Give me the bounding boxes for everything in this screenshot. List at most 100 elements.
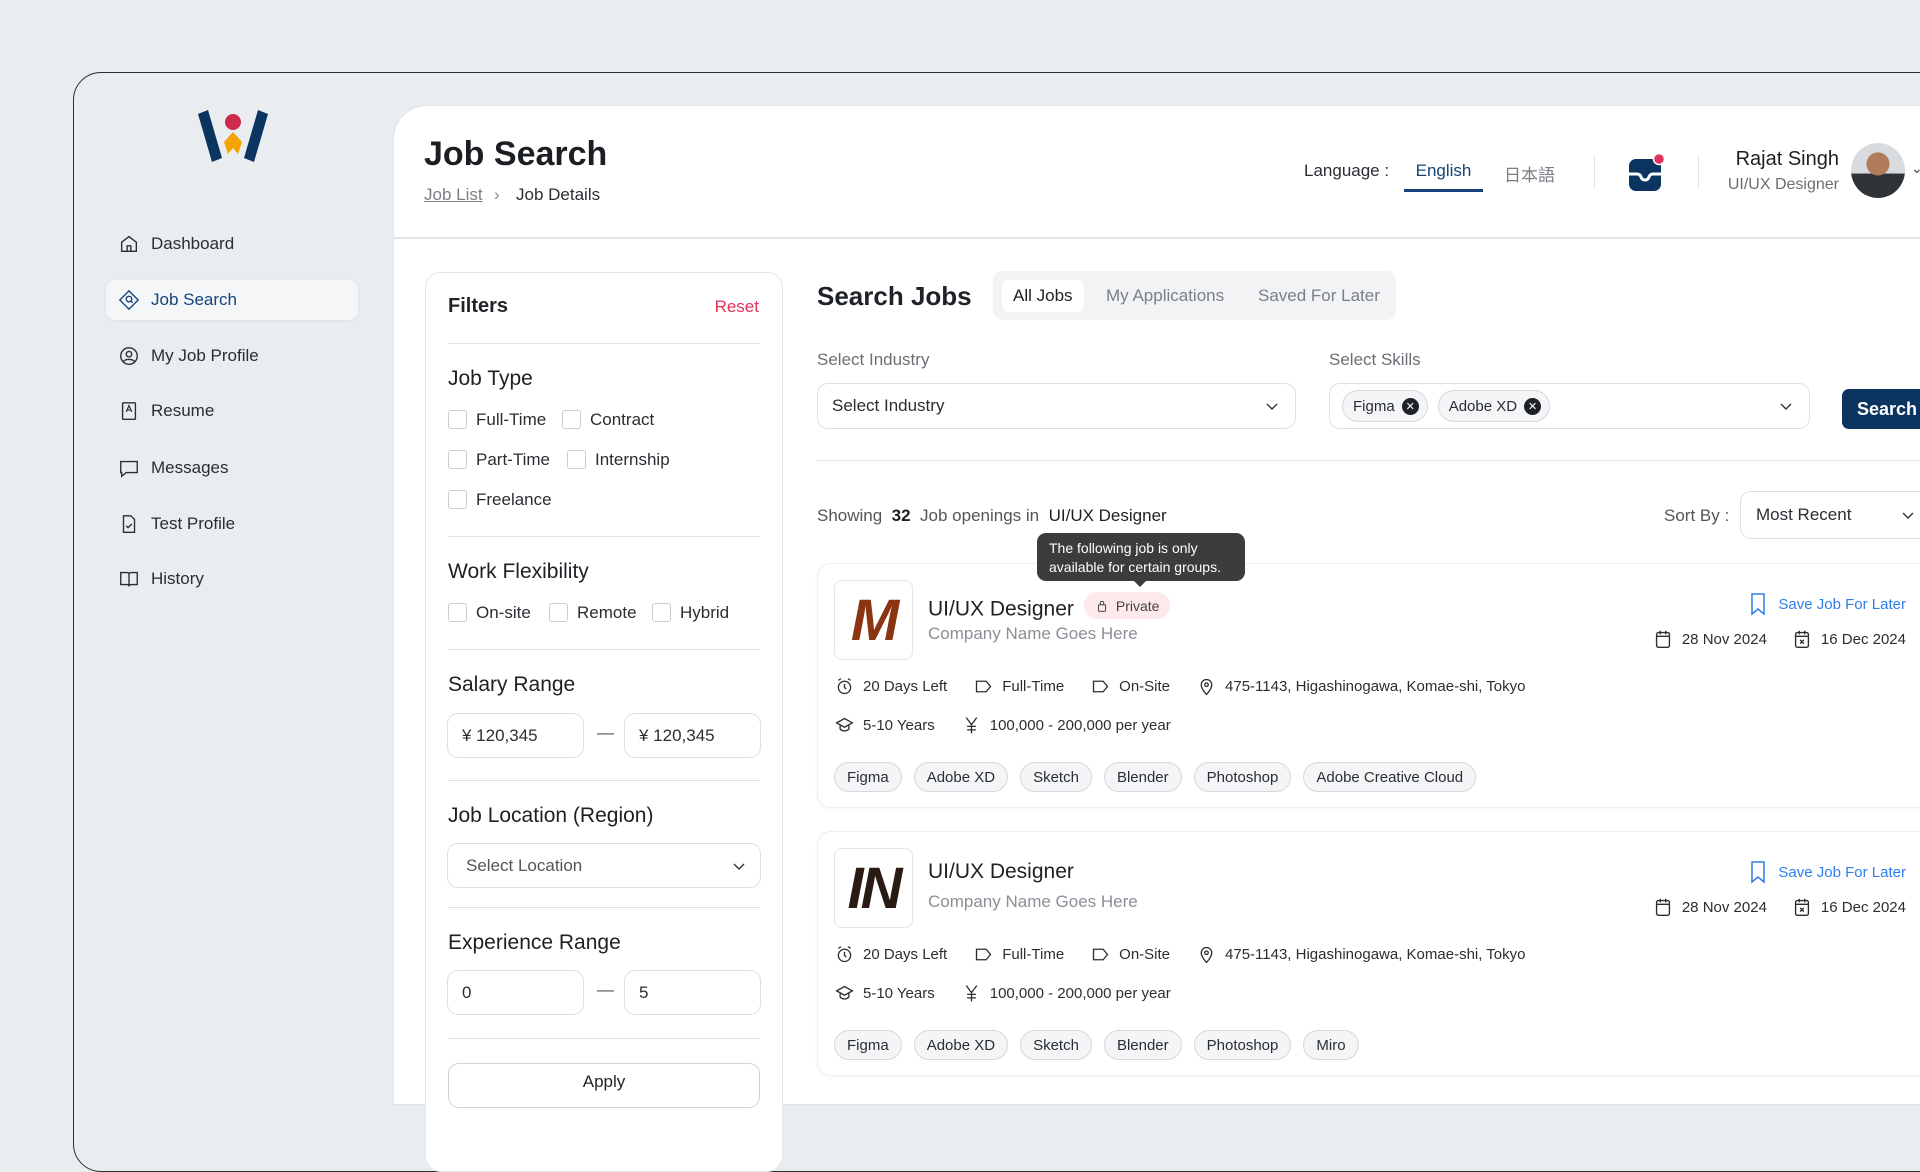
skill-tag: Figma (834, 1030, 902, 1060)
salary: 100,000 - 200,000 per year (989, 985, 1171, 1002)
language-active-underline (1404, 189, 1483, 192)
checkbox-freelance[interactable] (448, 490, 467, 509)
sidebar-item-test-profile[interactable]: Test Profile (106, 504, 358, 544)
remove-chip-icon[interactable]: ✕ (1401, 397, 1419, 415)
checkbox-remote[interactable] (549, 603, 568, 622)
calendar-icon (1655, 630, 1670, 648)
checkbox-hybrid[interactable] (652, 603, 671, 622)
apply-filters-button[interactable]: Apply (448, 1063, 760, 1108)
language-japanese[interactable]: 日本語 (1504, 161, 1555, 186)
breadcrumb-job-list[interactable]: Job List (424, 185, 483, 205)
document-icon (122, 515, 136, 533)
divider (448, 1038, 760, 1039)
alarm-clock-icon (837, 678, 852, 695)
sidebar-item-history[interactable]: History (106, 559, 358, 599)
job-card[interactable]: IN UI/UX Designer Company Name Goes Here… (817, 831, 1920, 1076)
sidebar-item-resume[interactable]: Resume (106, 391, 358, 431)
remove-chip-icon[interactable]: ✕ (1524, 397, 1542, 415)
chip-label: Adobe XD (1448, 397, 1518, 415)
reset-filters-button[interactable]: Reset (715, 297, 759, 317)
checkbox-label: Freelance (476, 490, 552, 509)
skills-multiselect[interactable]: Figma ✕ Adobe XD ✕ (1329, 383, 1810, 429)
results-summary: Showing 32 Job openings in UI/UX Designe… (817, 506, 1167, 526)
job-title-text: UI/UX Designer (928, 860, 1074, 883)
skill-tags: Figma Adobe XD Sketch Blender Photoshop Adobe… (834, 762, 1488, 792)
sidebar-item-dashboard[interactable]: Dashboard (106, 224, 358, 264)
sidebar-item-label: Test Profile (151, 514, 236, 533)
experience: 5-10 Years (863, 985, 935, 1002)
salary-range-heading: Salary Range (448, 673, 576, 696)
home-icon (120, 235, 138, 253)
job-tabs: All Jobs My Applications Saved For Later (993, 271, 1396, 320)
experience-range-heading: Experience Range (448, 931, 621, 954)
job-title[interactable]: UI/UX Designer (928, 860, 1074, 884)
salary-min-input[interactable]: ¥ 120,345 (447, 713, 584, 758)
search-button[interactable]: Search (1842, 389, 1920, 429)
job-meta-row: 5-10 Years 100,000 - 200,000 per year (834, 983, 1197, 1004)
sidebar-item-label: Messages (151, 458, 229, 477)
filters-title: Filters (448, 295, 509, 317)
save-job-button[interactable]: Save Job For Later (1746, 858, 1906, 886)
breadcrumb-chevron-icon: › (494, 185, 500, 204)
location-pin-icon (1200, 678, 1213, 696)
tab-my-applications[interactable]: My Applications (1095, 280, 1235, 312)
tag-icon (976, 948, 992, 961)
checkbox-full-time[interactable] (448, 410, 467, 429)
results-count: 32 (891, 506, 911, 525)
tab-all-jobs[interactable]: All Jobs (1002, 280, 1084, 312)
employment-type: Full-Time (1002, 946, 1065, 963)
job-search-icon (118, 289, 140, 311)
skill-tag: Miro (1303, 1030, 1359, 1060)
job-location: 475-1143, Higashinogawa, Komae-shi, Toky… (1225, 946, 1526, 963)
deadline-date: 16 Dec 2024 (1820, 898, 1906, 916)
sidebar-item-messages[interactable]: Messages (106, 448, 358, 488)
header-divider (393, 237, 1920, 239)
sidebar-item-job-search[interactable]: Job Search (106, 280, 358, 320)
graduation-cap-icon (835, 985, 854, 1000)
tab-saved-for-later[interactable]: Saved For Later (1247, 280, 1391, 312)
employment-type: Full-Time (1002, 678, 1065, 695)
skill-chip-adobe-xd: Adobe XD ✕ (1437, 390, 1551, 422)
user-menu-chevron-icon[interactable]: ⌄ (1911, 160, 1920, 177)
sidebar-item-label: Dashboard (151, 234, 235, 253)
sort-value: Most Recent (1756, 505, 1852, 524)
checkbox-internship[interactable] (567, 450, 586, 469)
posted-date: 28 Nov 2024 (1681, 630, 1767, 648)
results-middle: Job openings in (920, 506, 1040, 525)
skill-tag: Blender (1103, 762, 1182, 792)
resume-icon (121, 402, 137, 420)
job-title[interactable]: UI/UX Designer Private (928, 592, 1171, 622)
industry-select[interactable]: Select Industry (817, 383, 1296, 429)
skills-label: Select Skills (1329, 350, 1421, 369)
experience-min-input[interactable]: 0 (447, 970, 584, 1015)
job-title-text: UI/UX Designer (928, 597, 1074, 621)
bookmark-icon (1751, 861, 1766, 884)
user-role: UI/UX Designer (1727, 176, 1839, 193)
language-english[interactable]: English (1404, 161, 1483, 181)
job-card[interactable]: M UI/UX Designer Private Company Name Goe… (817, 563, 1920, 808)
graduation-cap-icon (835, 717, 854, 732)
search-jobs-title: Search Jobs (817, 281, 972, 311)
checkbox-part-time[interactable] (448, 450, 467, 469)
experience-max-input[interactable]: 5 (624, 970, 761, 1015)
sort-select[interactable]: Most Recent (1740, 491, 1920, 539)
location-select[interactable]: Select Location (447, 843, 761, 888)
skill-tag: Sketch (1020, 762, 1092, 792)
user-avatar[interactable] (1851, 143, 1905, 198)
sidebar-item-my-job-profile[interactable]: My Job Profile (106, 336, 358, 376)
checkbox-contract[interactable] (562, 410, 581, 429)
divider (1698, 155, 1699, 189)
salary-max-input[interactable]: ¥ 120,345 (624, 713, 761, 758)
save-job-button[interactable]: Save Job For Later (1746, 590, 1906, 618)
checkbox-on-site[interactable] (448, 603, 467, 622)
job-meta-row: 5-10 Years 100,000 - 200,000 per year (834, 715, 1197, 736)
checkbox-label: Contract (590, 410, 655, 429)
sidebar-item-label: My Job Profile (151, 346, 259, 365)
yen-icon (965, 717, 978, 734)
divider (817, 460, 1920, 461)
skill-tags: Figma Adobe XD Sketch Blender Photoshop Miro (834, 1030, 1371, 1060)
inbox-notification-icon[interactable] (1628, 152, 1666, 192)
posted-date: 28 Nov 2024 (1681, 898, 1767, 916)
industry-label: Select Industry (817, 350, 930, 369)
lock-icon (1097, 600, 1106, 612)
